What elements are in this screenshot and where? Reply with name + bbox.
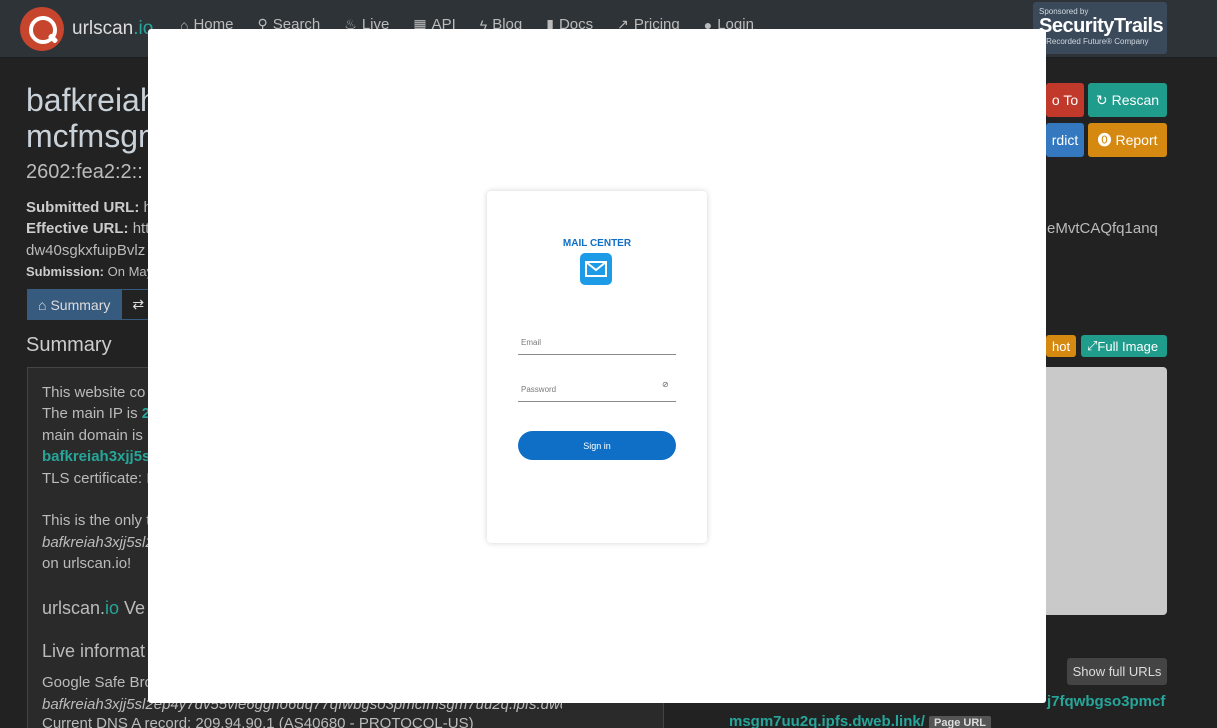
password-field[interactable]: [518, 401, 676, 402]
password-label: Password: [521, 385, 557, 394]
login-card: MAIL CENTER Email Password ⊘ Sign in: [487, 191, 707, 543]
screenshot-modal: MAIL CENTER Email Password ⊘ Sign in: [148, 29, 1046, 703]
email-field[interactable]: [518, 354, 676, 355]
email-label: Email: [521, 338, 542, 347]
eye-slash-icon[interactable]: ⊘: [662, 380, 669, 389]
envelope-icon: [580, 253, 612, 285]
mail-center-title: MAIL CENTER: [562, 238, 632, 249]
sign-in-button[interactable]: Sign in: [518, 431, 676, 460]
